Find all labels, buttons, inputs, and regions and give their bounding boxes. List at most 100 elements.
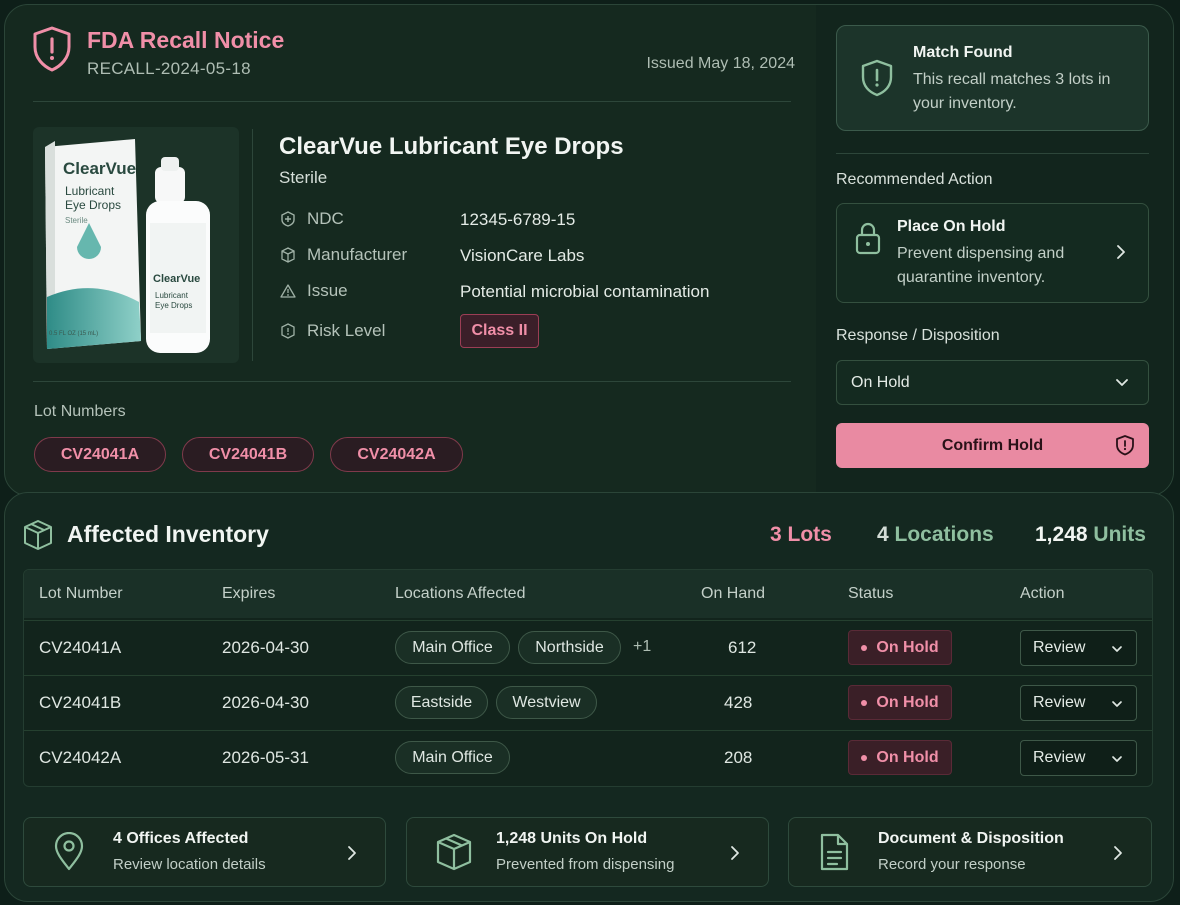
shield-alert-icon [859, 58, 895, 103]
attr-label: Manufacturer [307, 245, 408, 264]
lot-chip[interactable]: CV24042A [330, 437, 463, 472]
table-row: CV24042A 2026-05-31 Main Office 208 On H… [24, 730, 1152, 785]
column-header: Expires [222, 585, 276, 602]
stat-number: 3 [770, 523, 782, 546]
location-chip[interactable]: Northside [518, 631, 621, 664]
package-icon [435, 832, 473, 877]
box-label-1: Lubricant [65, 184, 115, 198]
on-hand-cell: 612 [728, 638, 757, 657]
status-dot [861, 644, 868, 651]
card-title: 1,248 Units On Hold [496, 830, 648, 847]
column-header: Status [848, 585, 894, 602]
on-hand-cell: 428 [724, 693, 753, 712]
stat-unit: Units [1093, 523, 1146, 546]
attr-ndc: NDC [279, 207, 344, 231]
document-icon [817, 832, 851, 877]
stat-number: 4 [877, 523, 889, 546]
attr-label: Risk Level [307, 321, 386, 340]
issue-value: Potential microbial contamination [460, 282, 710, 301]
action-title: Place On Hold [897, 218, 1006, 235]
chevron-right-icon [1116, 244, 1126, 265]
table-header: Lot Number Expires Locations Affected On… [24, 570, 1152, 618]
location-chip[interactable]: Westview [496, 686, 597, 719]
ndc-icon [279, 210, 297, 228]
units-on-hold-card[interactable]: 1,248 Units On Hold Prevented from dispe… [406, 817, 769, 887]
lot-chip[interactable]: CV24041B [182, 437, 314, 472]
divider [836, 153, 1149, 154]
review-dropdown[interactable]: Review [1020, 740, 1137, 776]
match-text: This recall matches 3 lots in your inven… [913, 71, 1111, 112]
lot-cell: CV24041B [39, 693, 122, 712]
stat-units: 1,248 Units [1035, 523, 1146, 547]
location-chip[interactable]: Main Office [395, 741, 510, 774]
status-badge: On Hold [848, 685, 952, 720]
action-sidebar: Match Found This recall matches 3 lots i… [816, 5, 1173, 495]
status-badge: On Hold [848, 740, 952, 775]
review-label: Review [1033, 639, 1086, 656]
table-row: CV24041A 2026-04-30 Main Office Northsid… [24, 620, 1152, 675]
recall-id: RECALL-2024-05-18 [87, 59, 251, 78]
card-title: Document & Disposition [878, 830, 1064, 847]
document-disposition-card[interactable]: Document & Disposition Record your respo… [788, 817, 1152, 887]
package-icon [23, 519, 53, 556]
recall-title: FDA Recall Notice [87, 27, 285, 53]
chevron-right-icon [730, 845, 740, 866]
stat-locations: 4 Locations [877, 523, 994, 547]
table-row: CV24041B 2026-04-30 Eastside Westview 42… [24, 675, 1152, 730]
box-brand: ClearVue [63, 159, 137, 178]
product-subtitle: Sterile [279, 168, 328, 187]
lot-chip[interactable]: CV24041A [34, 437, 166, 472]
disposition-selected: On Hold [851, 373, 910, 391]
lot-numbers-label: Lot Numbers [34, 403, 126, 420]
manufacturer-icon [279, 246, 297, 264]
attr-label: Issue [307, 281, 348, 300]
product-image: ClearVue Lubricant Eye Drops Sterile 0.5… [33, 127, 239, 363]
status-badge: On Hold [848, 630, 952, 665]
column-header: Locations Affected [395, 585, 526, 602]
attr-risk-level: Risk Level [279, 319, 385, 343]
expires-cell: 2026-05-31 [222, 748, 309, 767]
product-name: ClearVue Lubricant Eye Drops [279, 133, 624, 160]
location-chip[interactable]: Main Office [395, 631, 510, 664]
expires-cell: 2026-04-30 [222, 693, 309, 712]
risk-class-badge: Class II [460, 314, 539, 348]
chevron-down-icon [1114, 375, 1130, 393]
location-chip[interactable]: Eastside [395, 686, 488, 719]
action-text: Prevent dispensing and quarantine invent… [897, 245, 1065, 286]
lock-icon [853, 220, 883, 261]
ndc-value: 12345-6789-15 [460, 210, 576, 229]
disposition-select[interactable]: On Hold [836, 360, 1149, 405]
offices-affected-card[interactable]: 4 Offices Affected Review location detai… [23, 817, 386, 887]
recommended-action-label: Recommended Action [836, 171, 993, 188]
inventory-title: Affected Inventory [67, 521, 269, 547]
more-locations[interactable]: +1 [633, 638, 651, 656]
column-header: On Hand [701, 585, 766, 602]
manufacturer-value: VisionCare Labs [460, 246, 585, 265]
chevron-right-icon [1113, 845, 1123, 866]
review-label: Review [1033, 749, 1086, 766]
review-dropdown[interactable]: Review [1020, 630, 1137, 666]
bottle-brand: ClearVue [153, 273, 201, 285]
warning-icon [279, 282, 297, 300]
lot-cell: CV24042A [39, 748, 122, 767]
chevron-right-icon [347, 845, 357, 866]
confirm-hold-button[interactable]: Confirm Hold [836, 423, 1149, 468]
bottle-label-1: Lubricant [155, 291, 188, 300]
match-found-box: Match Found This recall matches 3 lots i… [836, 25, 1149, 131]
location-pin-icon [52, 831, 86, 877]
review-dropdown[interactable]: Review [1020, 685, 1137, 721]
box-label-2: Eye Drops [65, 198, 122, 212]
box-sterile: Sterile [65, 216, 88, 225]
chevron-down-icon [1110, 752, 1124, 770]
issued-date: Issued May 18, 2024 [646, 55, 795, 72]
inventory-table: Lot Number Expires Locations Affected On… [23, 569, 1153, 787]
column-header: Lot Number [39, 585, 123, 602]
status-text: On Hold [876, 638, 939, 656]
place-on-hold-action[interactable]: Place On Hold Prevent dispensing and qua… [836, 203, 1149, 303]
stat-lots: 3 Lots [770, 523, 832, 547]
risk-icon [279, 322, 297, 340]
chevron-down-icon [1110, 697, 1124, 715]
stat-unit: Locations [894, 523, 994, 546]
chevron-down-icon [1110, 642, 1124, 660]
divider [33, 381, 791, 382]
